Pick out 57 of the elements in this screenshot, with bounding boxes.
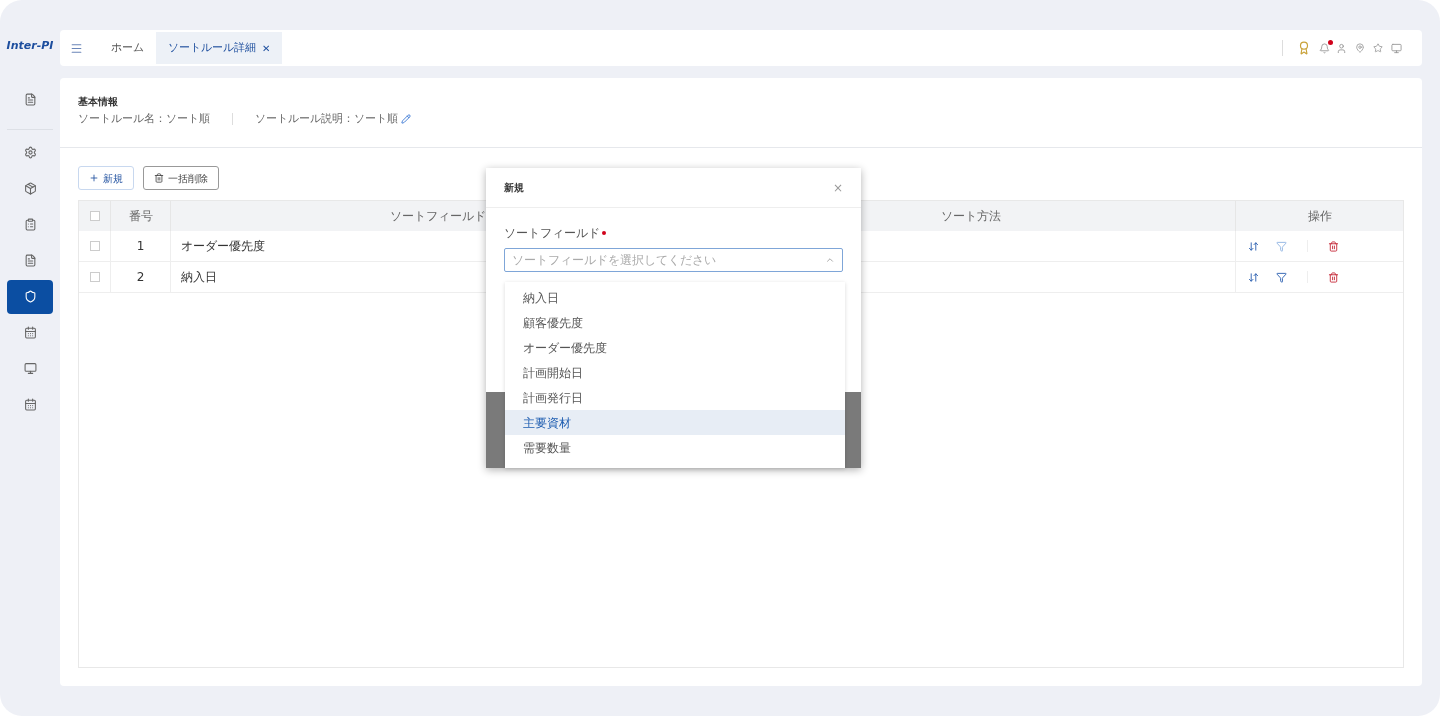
row-number: 2	[136, 269, 145, 286]
calendar-icon	[23, 326, 37, 339]
tab[interactable]: ホーム	[99, 32, 156, 64]
sort-icon[interactable]	[1248, 240, 1259, 252]
app-logo: Inter-PI	[6, 38, 54, 54]
column-header: ソートフィールド	[390, 208, 486, 225]
section-title: 基本情報	[78, 95, 119, 109]
package-icon	[23, 182, 37, 195]
delete-icon[interactable]	[1328, 271, 1339, 283]
column-header: 操作	[1307, 208, 1332, 225]
document-icon	[23, 93, 37, 106]
document-icon	[23, 254, 37, 267]
row-number: 1	[136, 238, 145, 255]
dropdown-option[interactable]: 計画開始日	[505, 360, 845, 385]
header-checkbox[interactable]	[89, 211, 100, 221]
filter-icon[interactable]	[1276, 240, 1287, 252]
info-field: ソートルール名：ソート順	[78, 111, 210, 128]
bulk-delete-button[interactable]: 一括削除	[143, 166, 219, 190]
user-icon[interactable]	[1336, 42, 1347, 54]
gear-icon	[23, 146, 37, 159]
dropdown-option[interactable]: 顧客優先度	[505, 310, 845, 335]
menu-icon[interactable]	[70, 41, 83, 55]
field-label: ソートフィールド	[504, 225, 600, 242]
row-checkbox[interactable]	[89, 272, 100, 282]
notification-icon[interactable]	[1319, 42, 1330, 54]
tab[interactable]: ソートルール詳細 ✕	[156, 32, 283, 64]
column-header: ソート方法	[940, 208, 1001, 225]
caret-icon	[825, 255, 835, 265]
edit-icon[interactable]	[401, 114, 411, 125]
table-cell-text: 納入日	[181, 269, 217, 286]
dropdown-option[interactable]: 納入日	[505, 285, 845, 310]
column-header: 番号	[128, 208, 153, 225]
dropdown-option[interactable]: オーダー優先度	[505, 335, 845, 360]
row-checkbox[interactable]	[89, 241, 100, 251]
clipboard-icon	[23, 218, 37, 231]
monitor-icon	[23, 362, 37, 375]
sort-icon[interactable]	[1248, 271, 1259, 283]
badge-icon[interactable]	[1297, 41, 1311, 55]
info-field: ソートルール説明：ソート順	[255, 111, 398, 128]
calendar-icon	[23, 398, 37, 411]
shield-icon	[23, 290, 37, 303]
star-icon[interactable]	[1373, 43, 1383, 53]
dropdown-option[interactable]: 計画発行日	[505, 385, 845, 410]
table-cell-text: オーダー優先度	[181, 238, 265, 255]
delete-icon[interactable]	[1328, 240, 1339, 252]
placeholder-text: ソートフィールドを選択してください	[512, 252, 716, 269]
dropdown-option[interactable]: 需要数量	[505, 435, 845, 460]
sidebar-item[interactable]	[7, 279, 53, 314]
pin-icon[interactable]	[1355, 43, 1365, 53]
filter-icon[interactable]	[1276, 271, 1287, 283]
trash-icon	[154, 173, 164, 183]
dropdown-option[interactable]: 主要資材	[505, 410, 845, 435]
dialog-title: 新規	[504, 181, 524, 195]
monitor-icon[interactable]	[1391, 42, 1402, 54]
close-icon[interactable]: ✕	[262, 40, 271, 56]
plus-icon	[89, 173, 99, 183]
add-button[interactable]: 新規	[78, 166, 134, 190]
